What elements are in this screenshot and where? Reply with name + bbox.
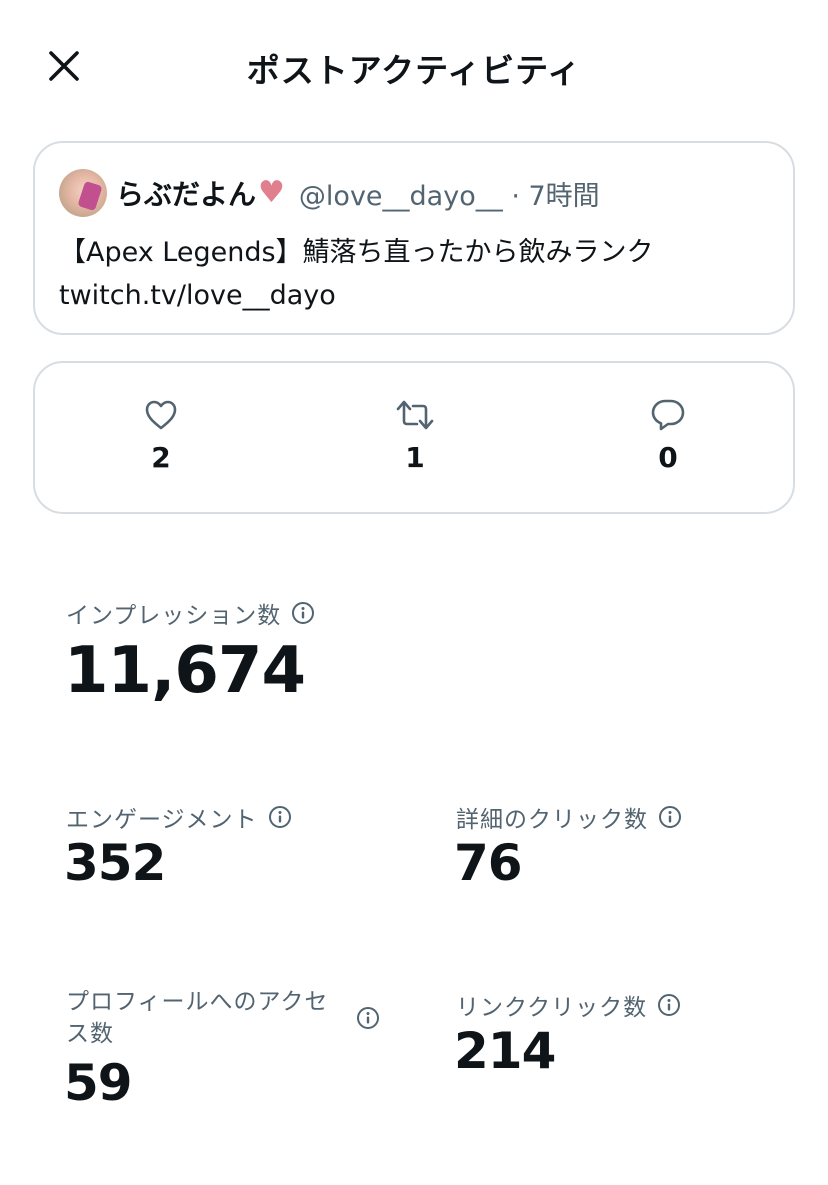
info-icon[interactable] <box>268 805 292 829</box>
engagement-summary: 2 1 0 <box>33 361 795 514</box>
user-handle: @love__dayo__ · 7時間 <box>299 174 600 213</box>
separator-dot: · <box>511 180 520 212</box>
detail-clicks-value: 76 <box>454 834 523 892</box>
info-icon[interactable] <box>356 1006 380 1030</box>
reply-icon <box>651 399 685 431</box>
engagements-label-row: エンゲージメント <box>66 800 292 834</box>
impressions-value: 11,674 <box>64 634 306 708</box>
replies-metric: 0 <box>618 397 718 474</box>
post-text: 【Apex Legends】鯖落ち直ったから飲みランク twitch.tv/lo… <box>59 231 779 317</box>
header: ポストアクティビティ <box>0 0 828 130</box>
heart-emoji-icon: ♥ <box>258 175 285 210</box>
reposts-count: 1 <box>405 441 425 474</box>
post-card[interactable]: らぶだよん ♥ @love__dayo__ · 7時間 【Apex Legend… <box>33 141 795 335</box>
engagements-value: 352 <box>64 834 166 892</box>
handle-text: @love__dayo__ <box>298 180 503 212</box>
link-clicks-label-row: リンククリック数 <box>456 988 681 1022</box>
post-time: 7時間 <box>528 180 600 212</box>
profile-visits-label: プロフィールへのアクセス数 <box>66 989 329 1047</box>
impressions-label-row: インプレッション数 <box>66 596 315 630</box>
info-icon[interactable] <box>658 805 682 829</box>
info-icon[interactable] <box>657 993 681 1017</box>
heart-icon <box>145 400 177 430</box>
avatar[interactable] <box>59 169 107 217</box>
post-header: らぶだよん ♥ @love__dayo__ · 7時間 <box>59 167 600 219</box>
post-text-line: 【Apex Legends】鯖落ち直ったから飲みランク <box>59 237 654 268</box>
engagements-label: エンゲージメント <box>66 807 258 833</box>
profile-visits-value: 59 <box>64 1054 133 1112</box>
reposts-metric: 1 <box>365 397 465 474</box>
info-icon[interactable] <box>291 601 315 625</box>
link-clicks-value: 214 <box>454 1022 556 1080</box>
page-title: ポストアクティビティ <box>246 51 582 90</box>
replies-count: 0 <box>658 441 678 474</box>
likes-count: 2 <box>151 441 171 474</box>
link-clicks-label: リンククリック数 <box>456 995 648 1021</box>
repost-icon <box>396 400 434 430</box>
detail-clicks-label-row: 詳細のクリック数 <box>456 800 682 834</box>
display-name: らぶだよん <box>116 178 257 211</box>
impressions-label: インプレッション数 <box>66 603 282 629</box>
post-link[interactable]: twitch.tv/love__dayo <box>59 274 779 317</box>
detail-clicks-label: 詳細のクリック数 <box>456 807 648 833</box>
likes-metric: 2 <box>111 397 211 474</box>
